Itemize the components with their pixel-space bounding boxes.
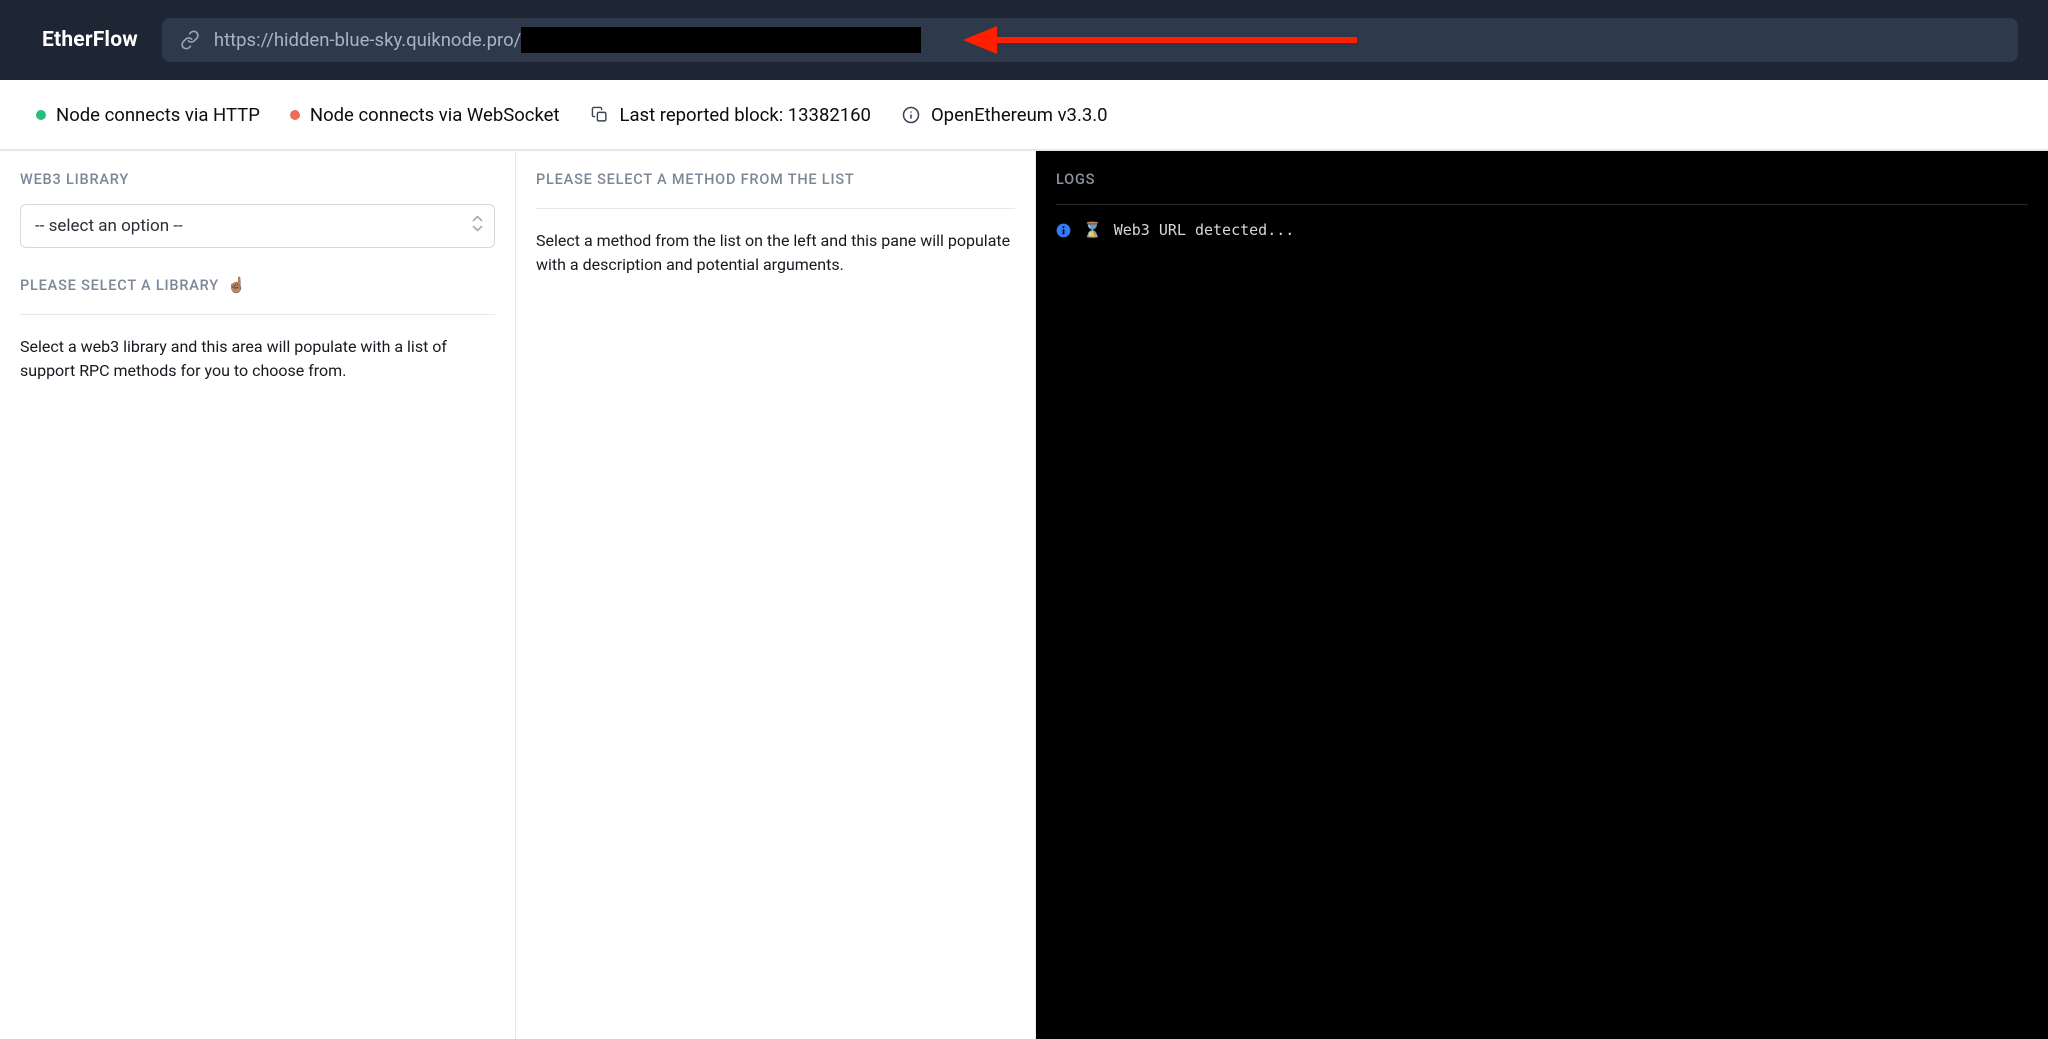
log-info-icon: [1056, 223, 1071, 238]
status-dot-green-icon: [36, 110, 46, 120]
link-icon: [180, 30, 200, 50]
center-description: Select a method from the list on the lef…: [536, 229, 1015, 277]
select-library-heading-text: PLEASE SELECT A LIBRARY: [20, 277, 219, 294]
url-redacted-segment: [521, 27, 921, 53]
status-block-label: Last reported block: 13382160: [620, 104, 871, 126]
app-header: EtherFlow https://hidden-blue-sky.quikno…: [0, 0, 2048, 80]
logs-heading: LOGS: [1056, 171, 2028, 188]
left-description: Select a web3 library and this area will…: [20, 335, 495, 383]
status-block: Last reported block: 13382160: [590, 104, 871, 126]
pointing-up-icon: ☝🏽: [227, 276, 246, 294]
app-logo: EtherFlow: [42, 28, 138, 52]
web3-library-select-value: -- select an option --: [35, 216, 183, 236]
url-bar[interactable]: https://hidden-blue-sky.quiknode.pro/: [162, 18, 2018, 62]
center-panel: PLEASE SELECT A METHOD FROM THE LIST Sel…: [516, 151, 1036, 1039]
hourglass-icon: ⌛: [1083, 221, 1102, 239]
status-ws-label: Node connects via WebSocket: [310, 104, 560, 126]
center-divider: [536, 208, 1015, 209]
url-visible-text: https://hidden-blue-sky.quiknode.pro/: [214, 29, 521, 51]
status-client-label: OpenEthereum v3.3.0: [931, 104, 1108, 126]
web3-library-select[interactable]: -- select an option --: [20, 204, 495, 248]
info-icon: [901, 105, 921, 125]
status-client: OpenEthereum v3.3.0: [901, 104, 1108, 126]
status-bar: Node connects via HTTP Node connects via…: [0, 80, 2048, 150]
select-library-heading: PLEASE SELECT A LIBRARY ☝🏽: [20, 276, 495, 294]
main-columns: WEB3 LIBRARY -- select an option -- PLEA…: [0, 150, 2048, 1039]
web3-library-heading: WEB3 LIBRARY: [20, 171, 495, 188]
log-text: Web3 URL detected...: [1114, 221, 1295, 239]
chevron-up-down-icon: [471, 215, 484, 238]
status-http: Node connects via HTTP: [36, 104, 260, 126]
left-panel: WEB3 LIBRARY -- select an option -- PLEA…: [0, 151, 516, 1039]
status-websocket: Node connects via WebSocket: [290, 104, 560, 126]
left-divider: [20, 314, 495, 315]
copy-icon: [590, 105, 610, 125]
log-row: ⌛ Web3 URL detected...: [1056, 219, 2028, 241]
status-dot-red-icon: [290, 110, 300, 120]
status-http-label: Node connects via HTTP: [56, 104, 260, 126]
method-heading: PLEASE SELECT A METHOD FROM THE LIST: [536, 171, 1015, 188]
logs-panel: LOGS ⌛ Web3 URL detected...: [1036, 151, 2048, 1039]
logs-divider: [1056, 204, 2028, 205]
url-input[interactable]: https://hidden-blue-sky.quiknode.pro/: [214, 27, 2000, 53]
